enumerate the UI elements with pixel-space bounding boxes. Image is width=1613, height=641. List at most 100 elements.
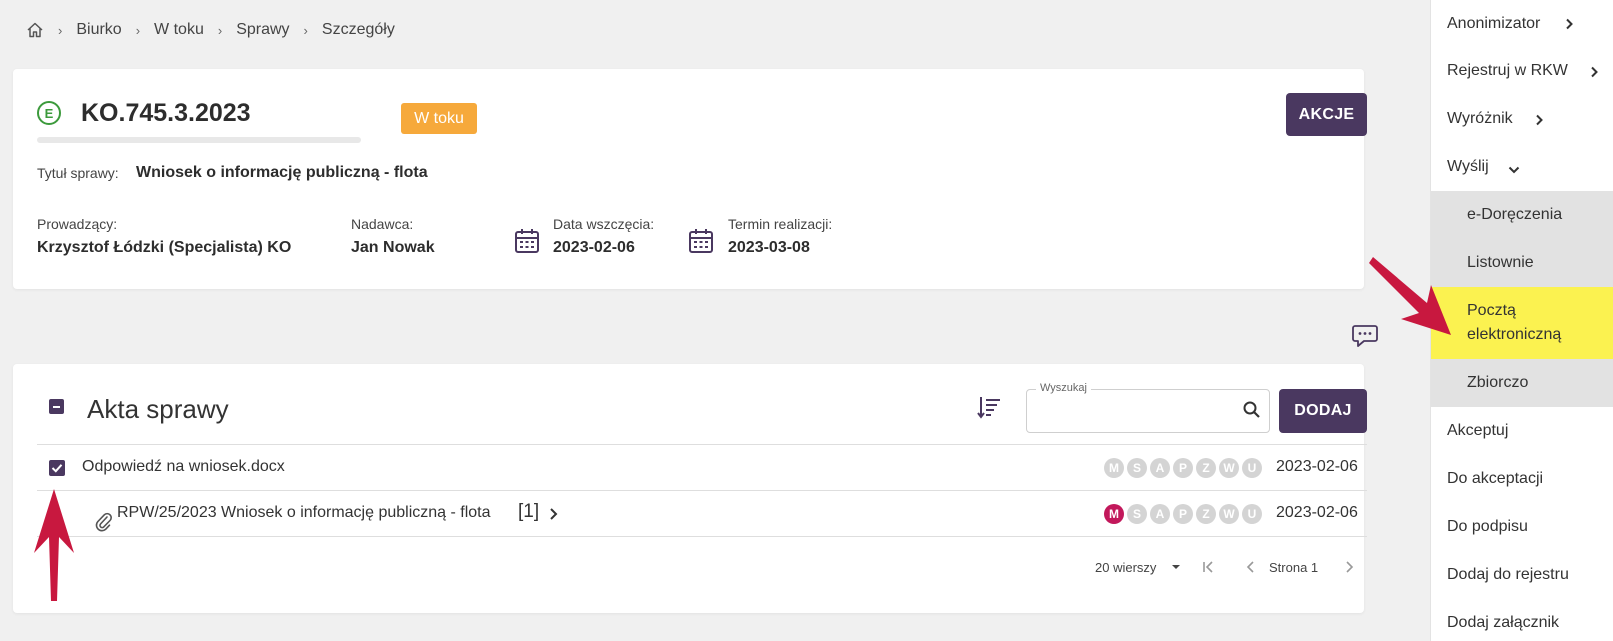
dropdown-arrow-icon[interactable]: [1169, 560, 1183, 574]
case-title-label: Tytuł sprawy:: [37, 165, 119, 181]
breadcrumb-item-sprawy[interactable]: Sprawy: [236, 21, 289, 39]
search-input-label: Wyszukaj: [1036, 382, 1091, 394]
divider: [37, 536, 1367, 537]
status-letter: A: [1150, 504, 1170, 524]
menu-item-label: Dodaj do rejestru: [1447, 566, 1569, 583]
menu-item-akceptuj[interactable]: Akceptuj: [1431, 407, 1613, 455]
menu-item-dodaj-zalacznik[interactable]: Dodaj załącznik: [1431, 599, 1613, 641]
menu-item-dodaj-do-rejestru[interactable]: Dodaj do rejestru: [1431, 551, 1613, 599]
chevron-right-icon: [1589, 65, 1599, 78]
rows-per-page-select[interactable]: 20 wierszy: [1095, 560, 1156, 575]
status-badge: W toku: [401, 103, 477, 134]
status-letter: W: [1219, 458, 1239, 478]
previous-page-icon[interactable]: [1244, 560, 1258, 574]
menu-item-zbiorczo[interactable]: Zbiorczo: [1431, 359, 1613, 407]
status-letter: U: [1242, 458, 1262, 478]
case-files-title: Akta sprawy: [87, 394, 229, 424]
menu-item-label: Wyróżnik: [1447, 110, 1513, 127]
file-date: 2023-02-06: [1276, 458, 1358, 475]
divider: [37, 490, 1367, 491]
add-file-button[interactable]: DODAJ: [1279, 389, 1367, 433]
file-status-letters: M S A P Z W U: [1104, 458, 1262, 478]
search-input[interactable]: [1026, 389, 1270, 433]
menu-item-label: Zbiorczo: [1467, 374, 1529, 391]
breadcrumb-separator-icon: ›: [303, 22, 308, 38]
chevron-right-icon: [1564, 17, 1574, 30]
next-page-icon[interactable]: [1342, 560, 1356, 574]
menu-item-anonimizator[interactable]: Anonimizator: [1431, 0, 1613, 47]
menu-item-label: Anonimizator: [1447, 14, 1541, 32]
status-letter: P: [1173, 504, 1193, 524]
annotation-arrow-up-icon: [34, 489, 74, 601]
start-date-label: Data wszczęcia:: [553, 216, 655, 232]
calendar-icon: [688, 228, 714, 254]
breadcrumb-separator-icon: ›: [135, 22, 141, 38]
actions-sidebar-menu: Anonimizator Rejestruj w RKW Wyróżnik Wy…: [1430, 0, 1613, 641]
case-number-underline: [37, 137, 361, 143]
menu-item-label: Wyślij: [1447, 158, 1489, 175]
status-letter: W: [1219, 504, 1239, 524]
chevron-down-icon: [1508, 162, 1520, 174]
menu-item-poczta-elektroniczna[interactable]: Pocztą elektroniczną: [1431, 287, 1613, 359]
row-checkbox[interactable]: [49, 460, 65, 476]
chevron-right-icon: [1534, 113, 1544, 126]
first-page-icon[interactable]: [1201, 560, 1215, 574]
sender-label: Nadawca:: [351, 216, 414, 232]
page-indicator: Strona 1: [1269, 560, 1319, 575]
menu-item-label: Dodaj załącznik: [1447, 614, 1560, 631]
divider: [37, 444, 1367, 445]
case-details-card: E KO.745.3.2023 W toku AKCJE Tytuł spraw…: [13, 69, 1367, 289]
status-letter-active: M: [1104, 504, 1124, 524]
menu-item-rejestruj-w-rkw[interactable]: Rejestruj w RKW: [1431, 47, 1613, 95]
document-status-letters: M S A P Z W U: [1104, 504, 1262, 524]
status-letter: Z: [1196, 458, 1216, 478]
collapse-section-button[interactable]: [49, 399, 64, 414]
status-letter: S: [1127, 458, 1147, 478]
status-letter: A: [1150, 458, 1170, 478]
status-letter: P: [1173, 458, 1193, 478]
document-name[interactable]: RPW/25/2023 Wniosek o informację publicz…: [117, 504, 491, 522]
document-date: 2023-02-06: [1276, 504, 1358, 521]
menu-item-label: Do podpisu: [1447, 518, 1528, 535]
sort-icon[interactable]: [976, 394, 1002, 420]
deadline-label: Termin realizacji:: [728, 216, 833, 232]
calendar-icon: [514, 228, 540, 254]
menu-item-wyslij[interactable]: Wyślij: [1431, 143, 1613, 191]
annotation-arrow-down-right-icon: [1369, 257, 1451, 335]
attachment-count: [1]: [518, 501, 540, 522]
breadcrumb-item-szczegoly: Szczegóły: [321, 21, 395, 38]
home-icon[interactable]: [26, 21, 44, 39]
case-title-value: Wniosek o informację publiczną - flota: [136, 164, 428, 181]
menu-item-label: Akceptuj: [1447, 422, 1509, 439]
status-letter: S: [1127, 504, 1147, 524]
case-number: KO.745.3.2023: [81, 99, 251, 127]
actions-button[interactable]: AKCJE: [1286, 93, 1367, 136]
breadcrumb-separator-icon: ›: [217, 22, 223, 38]
status-letter: Z: [1196, 504, 1216, 524]
lead-value: Krzysztof Łódzki (Specjalista) KO: [37, 239, 292, 256]
menu-item-label: Pocztą elektroniczną: [1467, 302, 1562, 343]
menu-item-do-akceptacji[interactable]: Do akceptacji: [1431, 455, 1613, 503]
file-name[interactable]: Odpowiedź na wniosek.docx: [82, 458, 285, 476]
status-letter: M: [1104, 458, 1124, 478]
deadline-value: 2023-03-08: [728, 239, 810, 256]
status-letter: U: [1242, 504, 1262, 524]
chevron-right-icon[interactable]: [547, 507, 559, 521]
breadcrumb-item-w-toku[interactable]: W toku: [154, 21, 204, 39]
breadcrumb-item-biurko[interactable]: Biurko: [76, 21, 121, 39]
menu-item-e-doreczenia[interactable]: e-Doręczenia: [1431, 191, 1613, 239]
menu-item-label: Do akceptacji: [1447, 470, 1544, 487]
menu-item-do-podpisu[interactable]: Do podpisu: [1431, 503, 1613, 551]
sender-value: Jan Nowak: [351, 239, 435, 256]
paperclip-icon: [95, 512, 113, 532]
menu-item-label: Rejestruj w RKW: [1447, 62, 1568, 79]
electronic-case-badge: E: [37, 101, 61, 125]
menu-item-label: Listownie: [1467, 254, 1534, 271]
menu-item-wyroznik[interactable]: Wyróżnik: [1431, 95, 1613, 143]
start-date-value: 2023-02-06: [553, 239, 635, 256]
menu-item-label: e-Doręczenia: [1467, 206, 1563, 223]
search-icon[interactable]: [1242, 400, 1262, 420]
menu-item-listownie[interactable]: Listownie: [1431, 239, 1613, 287]
breadcrumb-separator-icon: ›: [58, 22, 63, 38]
breadcrumb: › Biurko › W toku › Sprawy › Szczegóły: [26, 20, 395, 40]
